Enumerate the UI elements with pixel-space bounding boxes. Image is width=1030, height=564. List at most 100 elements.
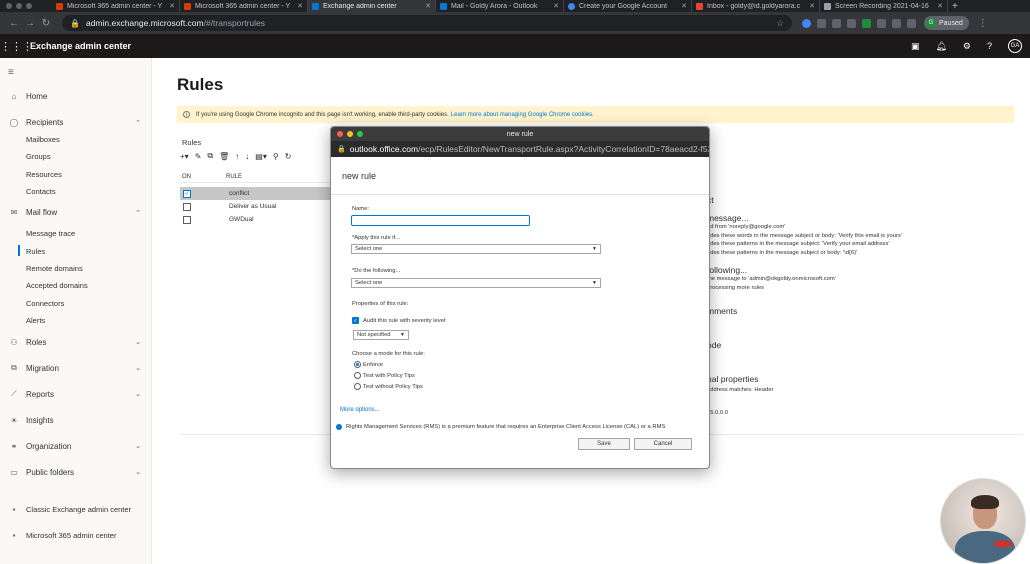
extension-icon[interactable]: [817, 18, 826, 28]
app-title[interactable]: Exchange admin center: [30, 41, 131, 51]
more-options-link[interactable]: More options...: [340, 407, 380, 413]
extension-icon[interactable]: [832, 18, 841, 28]
rule-enabled-checkbox[interactable]: [183, 215, 191, 224]
apply-rule-select[interactable]: Select one ▼: [351, 244, 601, 254]
nav-mailboxes[interactable]: Mailboxes: [0, 131, 151, 148]
nav-groups[interactable]: Groups: [0, 148, 151, 165]
maximize-window-icon[interactable]: [357, 131, 363, 137]
nav-recipients[interactable]: ◯ Recipients ⌃: [0, 114, 151, 131]
mode-enforce-radio[interactable]: [354, 361, 361, 368]
app-launcher-icon[interactable]: ⋮⋮⋮: [0, 40, 33, 53]
save-button[interactable]: Save: [578, 438, 630, 450]
audit-checkbox[interactable]: ✓: [352, 317, 359, 324]
bookmark-star-icon[interactable]: ☆: [776, 18, 784, 29]
profile-button[interactable]: G Paused: [924, 16, 969, 30]
extension-icon[interactable]: [907, 18, 916, 28]
new-tab-icon[interactable]: +: [952, 1, 958, 12]
browser-tab-4[interactable]: Create your Google Account ✕: [564, 0, 692, 12]
close-tab-icon[interactable]: ✕: [169, 2, 175, 10]
nav-classic-eac[interactable]: ▪ Classic Exchange admin center: [0, 501, 151, 518]
browser-tab-6[interactable]: Screen Recording 2021-04-16 ✕: [820, 0, 948, 12]
puzzle-icon[interactable]: [892, 18, 901, 28]
mode-test-with-tips-radio[interactable]: [354, 372, 361, 379]
nav-organization[interactable]: ⚭ Organization ⌄: [0, 438, 151, 455]
extension-icon[interactable]: [877, 18, 886, 28]
nav-home[interactable]: ⌂ Home: [0, 88, 151, 105]
nav-accepted-domains[interactable]: Accepted domains: [0, 277, 151, 294]
screen-icon[interactable]: ▣: [911, 41, 920, 52]
extension-icon[interactable]: [802, 18, 811, 28]
back-icon[interactable]: ←: [6, 18, 22, 29]
nav-m365-admin[interactable]: ▪ Microsoft 365 admin center: [0, 527, 151, 544]
close-tab-icon[interactable]: ✕: [297, 2, 303, 10]
nav-connectors[interactable]: Connectors: [0, 294, 151, 311]
col-rule[interactable]: RULE: [226, 174, 242, 180]
edit-icon[interactable]: ✎: [195, 152, 202, 161]
rule-enabled-checkbox[interactable]: [183, 202, 191, 211]
file-icon: [824, 2, 831, 10]
nav-mail-flow[interactable]: ✉ Mail flow ⌃: [0, 204, 151, 221]
more-vert-icon[interactable]: ⋮: [975, 18, 991, 29]
rules-section-label: Rules: [182, 138, 202, 147]
nav-rules[interactable]: Rules: [0, 242, 151, 259]
maximize-window-icon[interactable]: [26, 3, 32, 9]
bell-icon[interactable]: 🔔︎: [935, 41, 946, 52]
search-icon[interactable]: ⚲: [273, 152, 279, 161]
chevron-up-icon: ⌃: [135, 119, 141, 127]
hamburger-icon[interactable]: ≡: [0, 64, 151, 80]
google-icon: [568, 2, 575, 10]
do-following-select[interactable]: Select one ▼: [351, 278, 601, 288]
user-avatar[interactable]: GA: [1008, 39, 1022, 53]
close-tab-icon[interactable]: ✕: [681, 2, 687, 10]
close-tab-icon[interactable]: ✕: [809, 2, 815, 10]
close-tab-icon[interactable]: ✕: [937, 2, 943, 10]
browser-tab-3[interactable]: Mail - Goldy Arora - Outlook ✕: [436, 0, 564, 12]
delete-icon[interactable]: 🗑︎: [219, 152, 229, 161]
gear-icon[interactable]: ⚙: [963, 41, 971, 52]
browser-toolbar: ← → ↻ 🔒 admin.exchange.microsoft.com/#/t…: [0, 12, 1030, 34]
nav-public-folders[interactable]: ▭ Public folders ⌄: [0, 464, 151, 481]
address-bar[interactable]: 🔒 admin.exchange.microsoft.com/#/transpo…: [62, 15, 792, 31]
nav-remote-domains[interactable]: Remote domains: [0, 260, 151, 277]
export-icon[interactable]: ▤▾: [255, 152, 267, 161]
rule-enabled-checkbox[interactable]: ✓: [183, 189, 191, 198]
lock-icon[interactable]: 🔒: [70, 19, 80, 28]
reload-icon[interactable]: ↻: [38, 18, 54, 29]
close-tab-icon[interactable]: ✕: [425, 2, 431, 10]
minimize-window-icon[interactable]: [347, 131, 353, 137]
nav-migration[interactable]: ⧉ Migration ⌄: [0, 360, 151, 377]
cookies-link[interactable]: Learn more about managing Google Chrome …: [451, 112, 594, 118]
cancel-button[interactable]: Cancel: [634, 438, 692, 450]
nav-contacts[interactable]: Contacts: [0, 183, 151, 200]
nav-reports[interactable]: ⟋ Reports ⌄: [0, 386, 151, 403]
nav-roles[interactable]: ⚇ Roles ⌄: [0, 334, 151, 351]
nav-message-trace[interactable]: Message trace: [0, 225, 151, 242]
browser-tab-1[interactable]: Microsoft 365 admin center - Y ✕: [180, 0, 308, 12]
copy-icon[interactable]: ⧉: [207, 151, 213, 161]
nav-insights[interactable]: ☀ Insights: [0, 412, 151, 429]
col-on[interactable]: ON: [180, 174, 226, 180]
minimize-window-icon[interactable]: [16, 3, 22, 9]
name-input[interactable]: [351, 215, 530, 226]
browser-tab-2[interactable]: Exchange admin center ✕: [308, 0, 436, 12]
nav-alerts[interactable]: Alerts: [0, 312, 151, 329]
move-down-icon[interactable]: ↓: [245, 152, 249, 161]
browser-tab-5[interactable]: Inbox - goldy@id.goldyarora.c ✕: [692, 0, 820, 12]
close-window-icon[interactable]: [337, 131, 343, 137]
refresh-icon[interactable]: ↻: [285, 152, 292, 161]
help-icon[interactable]: ?: [987, 41, 992, 51]
nav-resources[interactable]: Resources: [0, 166, 151, 183]
extension-icon[interactable]: [847, 18, 856, 28]
move-up-icon[interactable]: ↑: [235, 152, 239, 161]
close-tab-icon[interactable]: ✕: [553, 2, 559, 10]
severity-select[interactable]: Not specified ▼: [353, 330, 409, 340]
add-icon[interactable]: +▾: [180, 152, 189, 161]
mode-test-without-tips-radio[interactable]: [354, 383, 361, 390]
extension-icon[interactable]: [862, 18, 871, 28]
browser-tab-0[interactable]: Microsoft 365 admin center - Y ✕: [52, 0, 180, 12]
forward-icon[interactable]: →: [22, 18, 38, 29]
close-window-icon[interactable]: [6, 3, 12, 9]
webcam-overlay: [940, 478, 1026, 564]
exchange-icon: ▪: [12, 504, 16, 514]
lock-icon[interactable]: 🔒: [337, 145, 346, 153]
